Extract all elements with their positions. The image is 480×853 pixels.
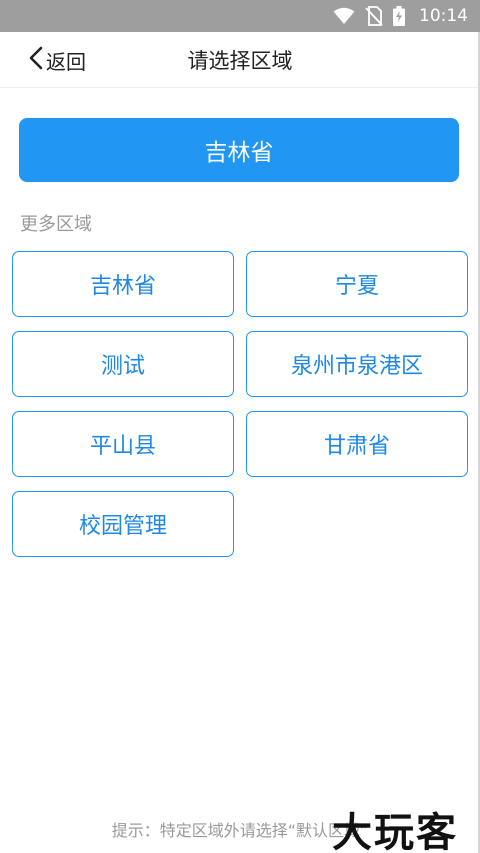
- no-sim-icon: [365, 6, 383, 26]
- region-button-ningxia[interactable]: 宁夏: [246, 251, 468, 317]
- status-time: 10:14: [419, 6, 468, 26]
- battery-charging-icon: [393, 6, 405, 26]
- region-button-test[interactable]: 测试: [12, 331, 234, 397]
- watermark-logo: 大玩客: [332, 810, 458, 853]
- nav-bar: 返回 请选择区域: [0, 32, 480, 88]
- current-region-button[interactable]: 吉林省: [19, 118, 459, 182]
- back-label: 返回: [46, 49, 86, 74]
- region-button-gansu[interactable]: 甘肃省: [246, 411, 468, 477]
- region-button-pingshan[interactable]: 平山县: [12, 411, 234, 477]
- status-bar: 10:14: [0, 0, 480, 32]
- more-regions-label: 更多区域: [20, 214, 92, 235]
- region-button-campus[interactable]: 校园管理: [12, 491, 234, 557]
- chevron-left-icon: [28, 46, 44, 75]
- wifi-icon: [333, 7, 355, 25]
- region-button-quangang[interactable]: 泉州市泉港区: [246, 331, 468, 397]
- region-select-screen: 10:14 返回 请选择区域 吉林省 更多区域 吉林省 宁夏 测试 泉州市泉港区…: [0, 0, 480, 853]
- region-grid: 吉林省 宁夏 测试 泉州市泉港区 平山县 甘肃省 校园管理: [12, 251, 468, 557]
- region-button-jilin[interactable]: 吉林省: [12, 251, 234, 317]
- back-button[interactable]: 返回: [28, 42, 86, 78]
